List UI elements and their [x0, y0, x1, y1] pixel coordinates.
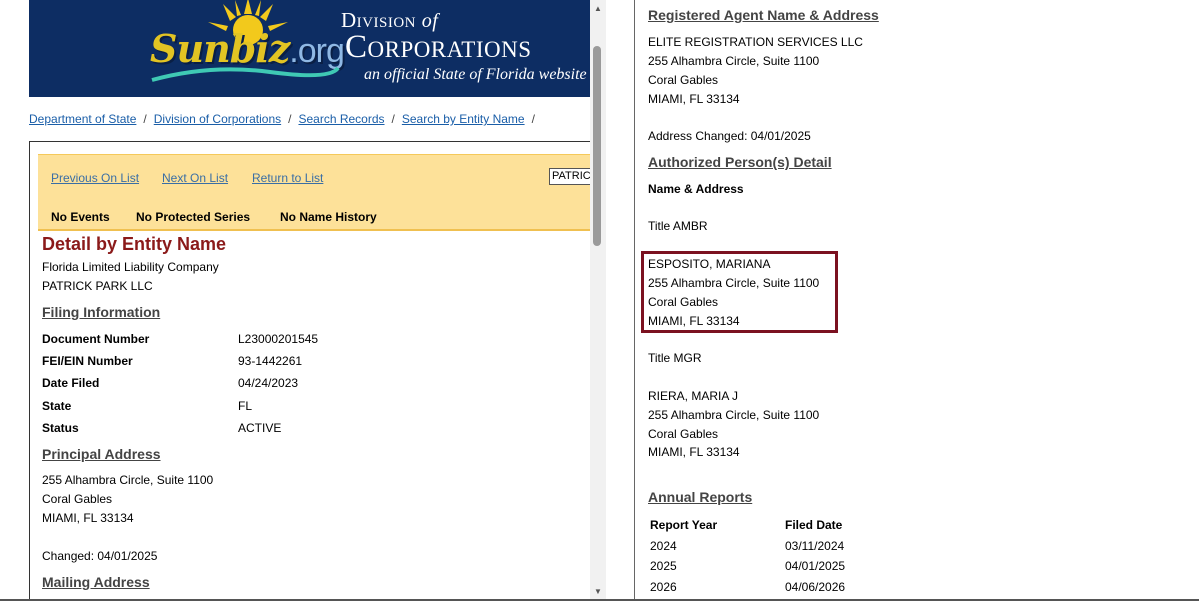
- person-name: ESPOSITO, MARIANA: [648, 257, 771, 271]
- agent-address-changed: Address Changed: 04/01/2025: [648, 129, 811, 143]
- person-name: RIERA, MARIA J: [648, 389, 739, 403]
- breadcrumb-division-of-corporations[interactable]: Division of Corporations: [154, 112, 281, 126]
- report-year-column-header: Report Year: [650, 518, 718, 532]
- breadcrumb-separator: /: [143, 112, 147, 126]
- filed-date-cell: 03/11/2024: [785, 539, 845, 553]
- no-events-label: No Events: [51, 210, 110, 224]
- authorized-persons-heading: Authorized Person(s) Detail: [648, 154, 832, 170]
- agent-address-line3: MIAMI, FL 33134: [648, 92, 740, 106]
- person-title: Title AMBR: [648, 219, 708, 233]
- no-protected-series-label: No Protected Series: [136, 210, 251, 224]
- annual-reports-heading: Annual Reports: [648, 489, 753, 505]
- entity-search-input[interactable]: PATRIC: [549, 168, 590, 185]
- document-number-value: L23000201545: [238, 332, 319, 346]
- pane-divider: [606, 0, 635, 601]
- report-year-cell: 2025: [650, 559, 677, 573]
- fei-ein-value: 93-1442261: [238, 354, 303, 368]
- agent-address-line1: 255 Alhambra Circle, Suite 1100: [648, 54, 820, 68]
- principal-changed-date: Changed: 04/01/2025: [42, 549, 158, 563]
- right-pane-border: [634, 0, 635, 601]
- person-address-line2: Coral Gables: [648, 427, 719, 441]
- report-year-cell: 2024: [650, 539, 677, 553]
- breadcrumb-separator: /: [391, 112, 395, 126]
- corporations-label: Corporations: [345, 29, 532, 65]
- breadcrumb: Department of State / Division of Corporat…: [29, 112, 542, 126]
- person-address-line3: MIAMI, FL 33134: [648, 314, 740, 328]
- field-label: Date Filed: [42, 376, 100, 390]
- filed-date-column-header: Filed Date: [785, 518, 843, 532]
- date-filed-value: 04/24/2023: [238, 376, 299, 390]
- person-address-line1: 255 Alhambra Circle, Suite 1100: [648, 276, 820, 290]
- entity-name: PATRICK PARK LLC: [42, 279, 153, 293]
- person-address-line1: 255 Alhambra Circle, Suite 1100: [648, 408, 820, 422]
- breadcrumb-search-records[interactable]: Search Records: [298, 112, 384, 126]
- status-value: ACTIVE: [238, 421, 282, 435]
- state-value: FL: [238, 399, 253, 413]
- agent-name: ELITE REGISTRATION SERVICES LLC: [648, 35, 863, 49]
- name-address-subheading: Name & Address: [648, 182, 744, 196]
- person-title: Title MGR: [648, 351, 702, 365]
- breadcrumb-department-of-state[interactable]: Department of State: [29, 112, 136, 126]
- breadcrumb-search-by-entity-name[interactable]: Search by Entity Name: [402, 112, 525, 126]
- principal-address-line2: Coral Gables: [42, 492, 113, 506]
- field-label: Status: [42, 421, 79, 435]
- principal-address-heading: Principal Address: [42, 446, 161, 462]
- registered-agent-heading: Registered Agent Name & Address: [648, 7, 879, 23]
- detail-title: Detail by Entity Name: [42, 234, 227, 254]
- next-on-list-link[interactable]: Next On List: [162, 171, 228, 185]
- left-scrollbar-thumb[interactable]: [593, 46, 601, 246]
- no-name-history-label: No Name History: [280, 210, 377, 224]
- entity-type: Florida Limited Liability Company: [42, 260, 219, 274]
- principal-address-line3: MIAMI, FL 33134: [42, 511, 134, 525]
- report-year-cell: 2026: [650, 580, 677, 594]
- field-label: State: [42, 399, 72, 413]
- principal-address-line1: 255 Alhambra Circle, Suite 1100: [42, 473, 214, 487]
- scroll-up-arrow-icon[interactable]: ▲: [594, 4, 602, 13]
- breadcrumb-separator: /: [531, 112, 535, 126]
- field-label: FEI/EIN Number: [42, 354, 133, 368]
- return-to-list-link[interactable]: Return to List: [252, 171, 323, 185]
- banner-subtitle: an official State of Florida website: [364, 66, 587, 83]
- filing-information-heading: Filing Information: [42, 304, 161, 320]
- scroll-down-arrow-icon[interactable]: ▼: [594, 587, 602, 596]
- previous-on-list-link[interactable]: Previous On List: [51, 171, 139, 185]
- filed-date-cell: 04/06/2026: [785, 580, 846, 594]
- person-address-line2: Coral Gables: [648, 295, 719, 309]
- person-address-line3: MIAMI, FL 33134: [648, 445, 740, 459]
- mailing-address-heading: Mailing Address: [42, 574, 150, 590]
- logo-swoosh-icon: [151, 66, 340, 82]
- left-pane: Sunbiz.org Division of Corporations an o…: [0, 0, 590, 601]
- breadcrumb-separator: /: [288, 112, 292, 126]
- field-label: Document Number: [42, 332, 150, 346]
- filed-date-cell: 04/01/2025: [785, 559, 846, 573]
- agent-address-line2: Coral Gables: [648, 73, 719, 87]
